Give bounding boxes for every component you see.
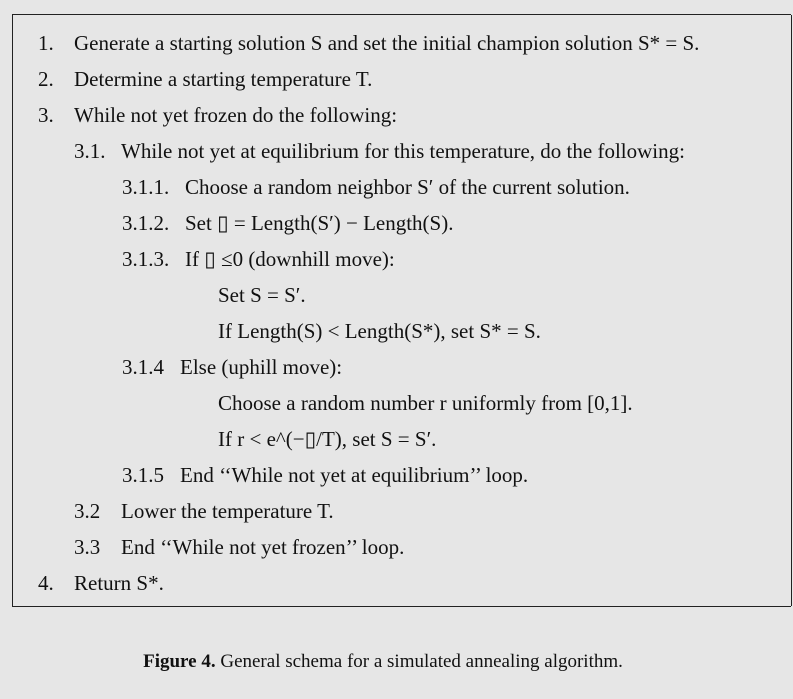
algo-line-3-1-4: 3.1.4 Else (uphill move): bbox=[122, 354, 342, 380]
line-text: While not yet frozen do the following: bbox=[74, 103, 398, 127]
algo-line-3-1-5: 3.1.5 End ‘‘While not yet at equilibrium… bbox=[122, 462, 528, 488]
algo-line-choose-r: Choose a random number r uniformly from … bbox=[218, 390, 633, 416]
algo-line-4: 4. Return S*. bbox=[38, 570, 164, 596]
line-text: Determine a starting temperature T. bbox=[74, 67, 373, 91]
line-text: If r < e^(−▯/T), set S = S′. bbox=[218, 427, 437, 451]
line-number: 1. bbox=[38, 31, 54, 55]
line-number: 2. bbox=[38, 67, 54, 91]
algo-line-3-1-2: 3.1.2. Set ▯ = Length(S′) − Length(S). bbox=[122, 210, 453, 236]
line-text: Return S*. bbox=[74, 571, 164, 595]
line-number: 3.1.5 bbox=[122, 463, 164, 487]
line-text: End ‘‘While not yet at equilibrium’’ loo… bbox=[180, 463, 529, 487]
figure-caption: Figure 4. General schema for a simulated… bbox=[0, 650, 766, 674]
line-text: Set ▯ = Length(S′) − Length(S). bbox=[185, 211, 454, 235]
line-text: If ▯ ≤0 (downhill move): bbox=[185, 247, 395, 271]
algo-line-update-champion: If Length(S) < Length(S*), set S* = S. bbox=[218, 318, 541, 344]
algo-line-3-1-1: 3.1.1. Choose a random neighbor S′ of th… bbox=[122, 174, 630, 200]
line-number: 3.1.2. bbox=[122, 211, 170, 235]
line-text: End ‘‘While not yet frozen’’ loop. bbox=[121, 535, 405, 559]
line-text: Choose a random neighbor S′ of the curre… bbox=[185, 175, 630, 199]
algo-line-3-1-3: 3.1.3. If ▯ ≤0 (downhill move): bbox=[122, 246, 395, 272]
algo-line-1: 1. Generate a starting solution S and se… bbox=[38, 30, 699, 56]
line-number: 3.1.3. bbox=[122, 247, 170, 271]
line-text: Generate a starting solution S and set t… bbox=[74, 31, 700, 55]
line-text: While not yet at equilibrium for this te… bbox=[121, 139, 685, 163]
figure-label: Figure 4. bbox=[143, 651, 216, 672]
algo-line-2: 2. Determine a starting temperature T. bbox=[38, 66, 372, 92]
line-text: Lower the temperature T. bbox=[121, 499, 334, 523]
line-number: 3.1.4 bbox=[122, 355, 164, 379]
line-number: 3. bbox=[38, 103, 54, 127]
line-number: 3.2 bbox=[74, 499, 101, 523]
caption-text: General schema for a simulated annealing… bbox=[220, 651, 623, 672]
line-text: If Length(S) < Length(S*), set S* = S. bbox=[218, 319, 541, 343]
algo-line-3-1: 3.1. While not yet at equilibrium for th… bbox=[74, 138, 685, 164]
algo-line-3-2: 3.2 Lower the temperature T. bbox=[74, 498, 334, 524]
line-text: Choose a random number r uniformly from … bbox=[218, 391, 633, 415]
line-text: Else (uphill move): bbox=[180, 355, 343, 379]
line-number: 3.3 bbox=[74, 535, 101, 559]
line-number: 3.1.1. bbox=[122, 175, 170, 199]
algo-line-3-3: 3.3 End ‘‘While not yet frozen’’ loop. bbox=[74, 534, 404, 560]
algo-line-set-s: Set S = S′. bbox=[218, 282, 306, 308]
line-text: Set S = S′. bbox=[218, 283, 306, 307]
algo-line-3: 3. While not yet frozen do the following… bbox=[38, 102, 397, 128]
algo-line-accept-uphill: If r < e^(−▯/T), set S = S′. bbox=[218, 426, 436, 452]
line-number: 3.1. bbox=[74, 139, 106, 163]
line-number: 4. bbox=[38, 571, 54, 595]
